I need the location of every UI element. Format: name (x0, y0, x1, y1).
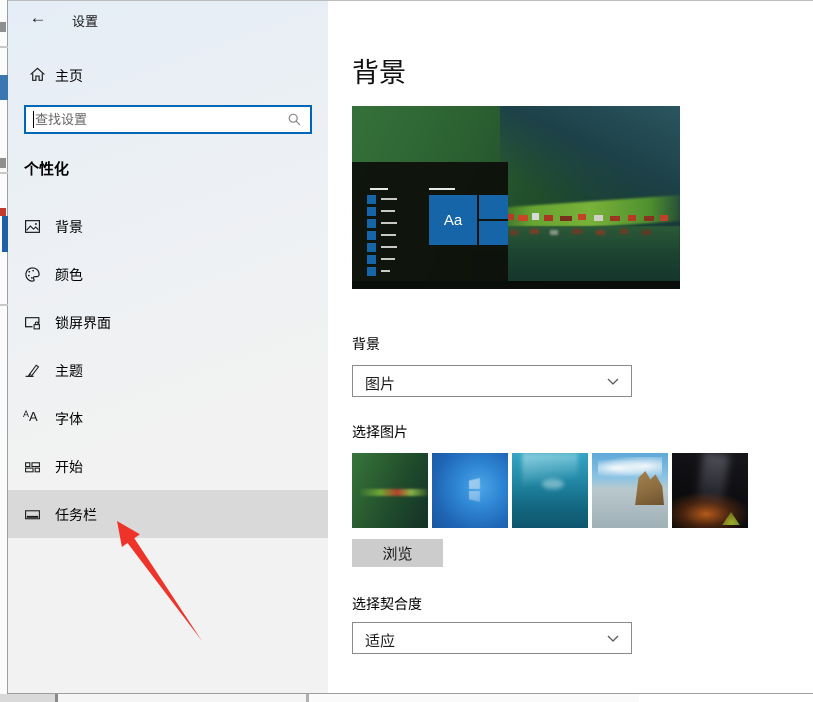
bottom-strip-segment (0, 694, 55, 702)
big-tile-label: Aa (444, 212, 462, 229)
choose-fit-label: 选择契合度 (352, 594, 422, 614)
background-field-label: 背景 (352, 334, 380, 354)
theme-brush-icon (24, 362, 41, 379)
sidebar-item-label: 字体 (55, 409, 83, 429)
sliver-text-fragment (0, 158, 6, 168)
lock-screen-icon (24, 314, 41, 331)
picture-thumbnails (352, 453, 748, 528)
start-preview-app-line (381, 258, 395, 260)
thumbnail-beach-rocks-picture[interactable] (592, 453, 668, 528)
window-title: 设置 (72, 11, 98, 30)
preview-reflection (502, 228, 680, 240)
start-preview-tile (479, 221, 508, 245)
chevron-down-icon (607, 378, 619, 386)
start-menu-preview: Aa (352, 162, 508, 281)
search-icon[interactable] (287, 112, 302, 127)
tent-glow (720, 512, 742, 525)
background-window-sliver (0, 0, 8, 694)
back-button[interactable]: ← (22, 5, 54, 31)
start-preview-app-square (367, 255, 376, 264)
page-title: 背景 (352, 51, 406, 90)
bottom-strip-segment (58, 694, 306, 702)
sidebar-item-home[interactable]: 主页 (8, 61, 328, 91)
text-caret (33, 111, 34, 128)
sidebar-item-label: 主页 (55, 66, 83, 86)
thumbnail-fjord-village-picture[interactable] (352, 453, 428, 528)
sliver-divider (0, 172, 8, 174)
sliver-divider (0, 46, 8, 48)
image-icon (24, 218, 41, 235)
preview-taskbar (352, 281, 680, 289)
browse-button[interactable]: 浏览 (352, 539, 443, 567)
sidebar-item-lock-screen[interactable]: 锁屏界面 (8, 298, 328, 346)
main-pane: 背景 (328, 1, 813, 693)
sidebar-item-themes[interactable]: 主题 (8, 346, 328, 394)
start-preview-app-square (367, 207, 376, 216)
background-window-bottom-strip (0, 694, 813, 702)
sidebar-item-background[interactable]: 背景 (8, 202, 328, 250)
start-preview-app-square (367, 219, 376, 228)
dropdown-selected-value: 适应 (365, 630, 395, 651)
background-preview-image: Aa (352, 106, 680, 289)
start-preview-header-line (370, 188, 388, 190)
choose-picture-label: 选择图片 (352, 422, 408, 442)
sidebar: ← 设置 主页 个性化 (8, 1, 328, 693)
search-box (24, 105, 312, 134)
bottom-strip-segment (309, 694, 639, 702)
sliver-divider (0, 304, 8, 306)
sliver-text-fragment (0, 22, 6, 32)
chevron-down-icon (607, 635, 619, 643)
thumbnail-underwater-picture[interactable] (512, 453, 588, 528)
thumbnail-windows-10-default-picture[interactable] (432, 453, 508, 528)
sidebar-item-label: 主题 (55, 361, 83, 381)
start-preview-app-line (381, 198, 397, 200)
dropdown-selected-value: 图片 (365, 373, 395, 394)
home-icon (29, 66, 46, 83)
start-preview-app-line (381, 222, 397, 224)
sidebar-nav: 背景 颜色 (8, 202, 328, 538)
sidebar-item-label: 任务栏 (55, 505, 97, 525)
start-preview-app-line (381, 210, 395, 212)
fonts-icon: AA (23, 408, 43, 426)
fit-dropdown[interactable]: 适应 (352, 622, 632, 654)
start-preview-app-line (381, 246, 397, 248)
start-preview-app-square (367, 267, 376, 276)
settings-window: ← 设置 主页 个性化 (8, 0, 813, 694)
sidebar-item-fonts[interactable]: AA 字体 (8, 394, 328, 442)
sidebar-item-label: 开始 (55, 457, 83, 477)
start-preview-big-tile: Aa (429, 195, 477, 245)
start-preview-tile (479, 195, 508, 219)
sliver-red-icon (0, 208, 6, 216)
palette-icon (24, 266, 41, 283)
thumbnail-night-sky-tent-picture[interactable] (672, 453, 748, 528)
sidebar-item-colors[interactable]: 颜色 (8, 250, 328, 298)
background-type-dropdown[interactable]: 图片 (352, 365, 632, 397)
sidebar-item-label: 颜色 (55, 265, 83, 285)
sidebar-item-label: 锁屏界面 (55, 313, 111, 333)
sliver-blue-band (0, 75, 8, 100)
start-preview-app-line (381, 234, 396, 236)
start-tiles-icon (24, 458, 41, 475)
start-preview-app-square (367, 195, 376, 204)
taskbar-icon (24, 506, 41, 523)
sidebar-item-start[interactable]: 开始 (8, 442, 328, 490)
sidebar-item-taskbar[interactable]: 任务栏 (8, 490, 328, 538)
sidebar-item-label: 背景 (55, 217, 83, 237)
section-heading-personalization: 个性化 (24, 158, 69, 179)
preview-houses (502, 212, 680, 224)
start-preview-tiles-header-line (429, 188, 455, 190)
start-preview-app-line (381, 270, 390, 272)
search-input[interactable] (35, 108, 275, 131)
start-preview-app-square (367, 231, 376, 240)
start-preview-app-square (367, 243, 376, 252)
